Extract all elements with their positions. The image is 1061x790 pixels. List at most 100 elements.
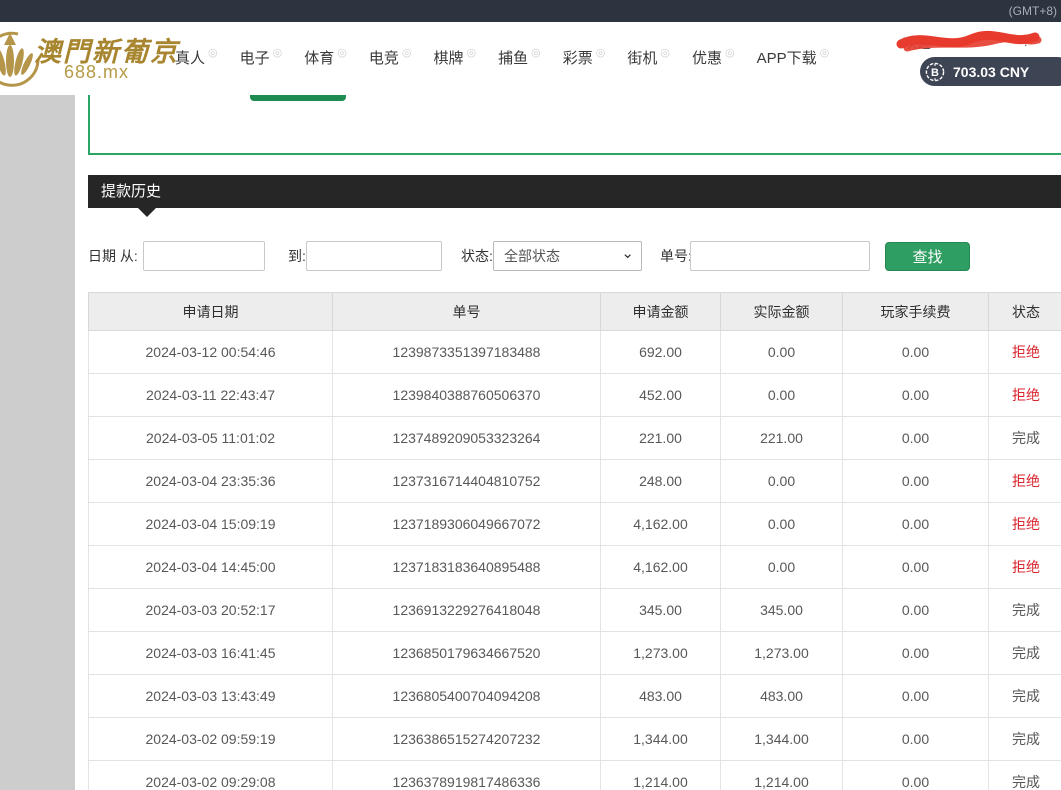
cell-actual: 0.00 [721,546,843,589]
cell-status: 拒绝 [989,503,1061,546]
date-from-input[interactable] [143,241,265,271]
circle-badge-icon: ◎ [467,48,477,59]
cell-date: 2024-03-02 09:59:19 [89,718,333,761]
cell-fee: 0.00 [843,331,989,374]
cell-date: 2024-03-12 00:54:46 [89,331,333,374]
cell-date: 2024-03-04 15:09:19 [89,503,333,546]
cell-date: 2024-03-11 22:43:47 [89,374,333,417]
circle-badge-icon: ◎ [273,48,283,59]
table-row: 2024-03-02 09:29:081236378919817486336 1,… [89,761,1061,790]
nav-item-label: 真人 [175,49,205,69]
table-header-row: 申请日期单号申请金额实际金额玩家手续费状态 [89,293,1061,331]
cell-order: 1237489209053323264 [333,417,601,460]
cell-order: 1236386515274207232 [333,718,601,761]
circle-badge-icon: ◎ [402,48,412,59]
cell-requested: 1,273.00 [601,632,721,675]
page: (GMT+8) 2 澳門新葡京 688.mx 真人◎电子◎体育◎电竞◎棋牌◎捕鱼… [0,0,1061,790]
cell-order: 1237316714404810752 [333,460,601,503]
date-to-input[interactable] [306,241,442,271]
order-number-label: 单号: [660,241,692,271]
section-pointer-icon [138,208,156,217]
site-header: 澳門新葡京 688.mx 真人◎电子◎体育◎电竞◎棋牌◎捕鱼◎彩票◎街机◎优惠◎… [0,22,1061,95]
left-gutter [0,95,75,790]
table-row: 2024-03-12 00:54:46123987335139718348869… [89,331,1061,374]
cell-status: 拒绝 [989,331,1061,374]
date-to-label: 到: [288,241,306,271]
nav-item-label: 优惠 [692,49,722,69]
table-row: 2024-03-03 16:41:4512368501796346675201,… [89,632,1061,675]
cell-requested: 1,344.00 [601,718,721,761]
column-header: 玩家手续费 [843,293,989,331]
nav-item-5[interactable]: 捕鱼◎ [498,49,541,69]
table-row: 2024-03-04 14:45:0012371831836408954884,… [89,546,1061,589]
cell-status: 完成 [989,417,1061,460]
cell-order: 1239840388760506370 [333,374,601,417]
nav-item-7[interactable]: 街机◎ [627,49,670,69]
withdraw-table-body: 2024-03-12 00:54:46123987335139718348869… [89,331,1061,790]
cell-fee: 0.00 [843,374,989,417]
cell-actual: 1,273.00 [721,632,843,675]
cell-status: 拒绝 [989,374,1061,417]
search-button[interactable]: 查找 [885,242,970,271]
cell-order: 1236805400704094208 [333,675,601,718]
main-nav: 真人◎电子◎体育◎电竞◎棋牌◎捕鱼◎彩票◎街机◎优惠◎APP下载◎ [175,22,829,95]
nav-item-6[interactable]: 彩票◎ [563,49,606,69]
cell-date: 2024-03-02 09:29:08 [89,761,333,790]
balance-amount: 703.03 CNY [953,64,1029,80]
section-title: 提款历史 [88,175,1061,208]
cell-requested: 4,162.00 [601,503,721,546]
nav-item-label: 街机 [627,49,657,69]
cell-date: 2024-03-03 20:52:17 [89,589,333,632]
cell-date: 2024-03-03 16:41:45 [89,632,333,675]
cell-fee: 0.00 [843,632,989,675]
date-from-label: 日期 从: [88,241,138,271]
cell-requested: 483.00 [601,675,721,718]
cell-order: 1236378919817486336 [333,761,601,790]
order-number-input[interactable] [690,241,870,271]
cell-status: 完成 [989,718,1061,761]
nav-item-2[interactable]: 体育◎ [304,49,347,69]
table-row: 2024-03-11 22:43:47123984038876050637045… [89,374,1061,417]
cell-fee: 0.00 [843,417,989,460]
nav-item-9[interactable]: APP下载◎ [757,49,830,69]
table-row: 2024-03-04 23:35:36123731671440481075224… [89,460,1061,503]
cell-actual: 1,214.00 [721,761,843,790]
column-header: 实际金额 [721,293,843,331]
cell-fee: 0.00 [843,718,989,761]
nav-item-label: 捕鱼 [498,49,528,69]
nav-item-0[interactable]: 真人◎ [175,49,218,69]
status-select[interactable]: 全部状态 [493,241,642,271]
column-header: 状态 [989,293,1061,331]
circle-badge-icon: ◎ [820,48,830,59]
circle-badge-icon: ◎ [660,48,670,59]
cell-fee: 0.00 [843,761,989,790]
column-header: 申请金额 [601,293,721,331]
nav-item-1[interactable]: 电子◎ [240,49,283,69]
table-row: 2024-03-02 09:59:1912363865152742072321,… [89,718,1061,761]
nav-item-label: 棋牌 [434,49,464,69]
welcome-suffix: ? [1022,33,1030,49]
cell-requested: 345.00 [601,589,721,632]
nav-item-3[interactable]: 电竞◎ [369,49,412,69]
filter-bar: 日期 从: 到: 状态: 全部状态 ⌄ 单号: 查找 [88,241,1061,273]
cell-actual: 0.00 [721,460,843,503]
nav-item-label: 体育 [304,49,334,69]
cell-requested: 248.00 [601,460,721,503]
nav-item-8[interactable]: 优惠◎ [692,49,735,69]
column-header: 申请日期 [89,293,333,331]
column-header: 单号 [333,293,601,331]
nav-item-label: 电子 [240,49,270,69]
nav-item-4[interactable]: 棋牌◎ [434,49,477,69]
cell-status: 完成 [989,761,1061,790]
cell-date: 2024-03-03 13:43:49 [89,675,333,718]
cell-requested: 4,162.00 [601,546,721,589]
cell-requested: 452.00 [601,374,721,417]
balance-button[interactable]: B 703.03 CNY [920,57,1061,86]
table-row: 2024-03-04 15:09:1912371893060496670724,… [89,503,1061,546]
nav-item-label: 电竞 [369,49,399,69]
cell-order: 1236913229276418048 [333,589,601,632]
cell-order: 1237189306049667072 [333,503,601,546]
cell-order: 1236850179634667520 [333,632,601,675]
section-header: 提款历史 [88,175,1061,208]
table-row: 2024-03-03 20:52:17123691322927641804834… [89,589,1061,632]
